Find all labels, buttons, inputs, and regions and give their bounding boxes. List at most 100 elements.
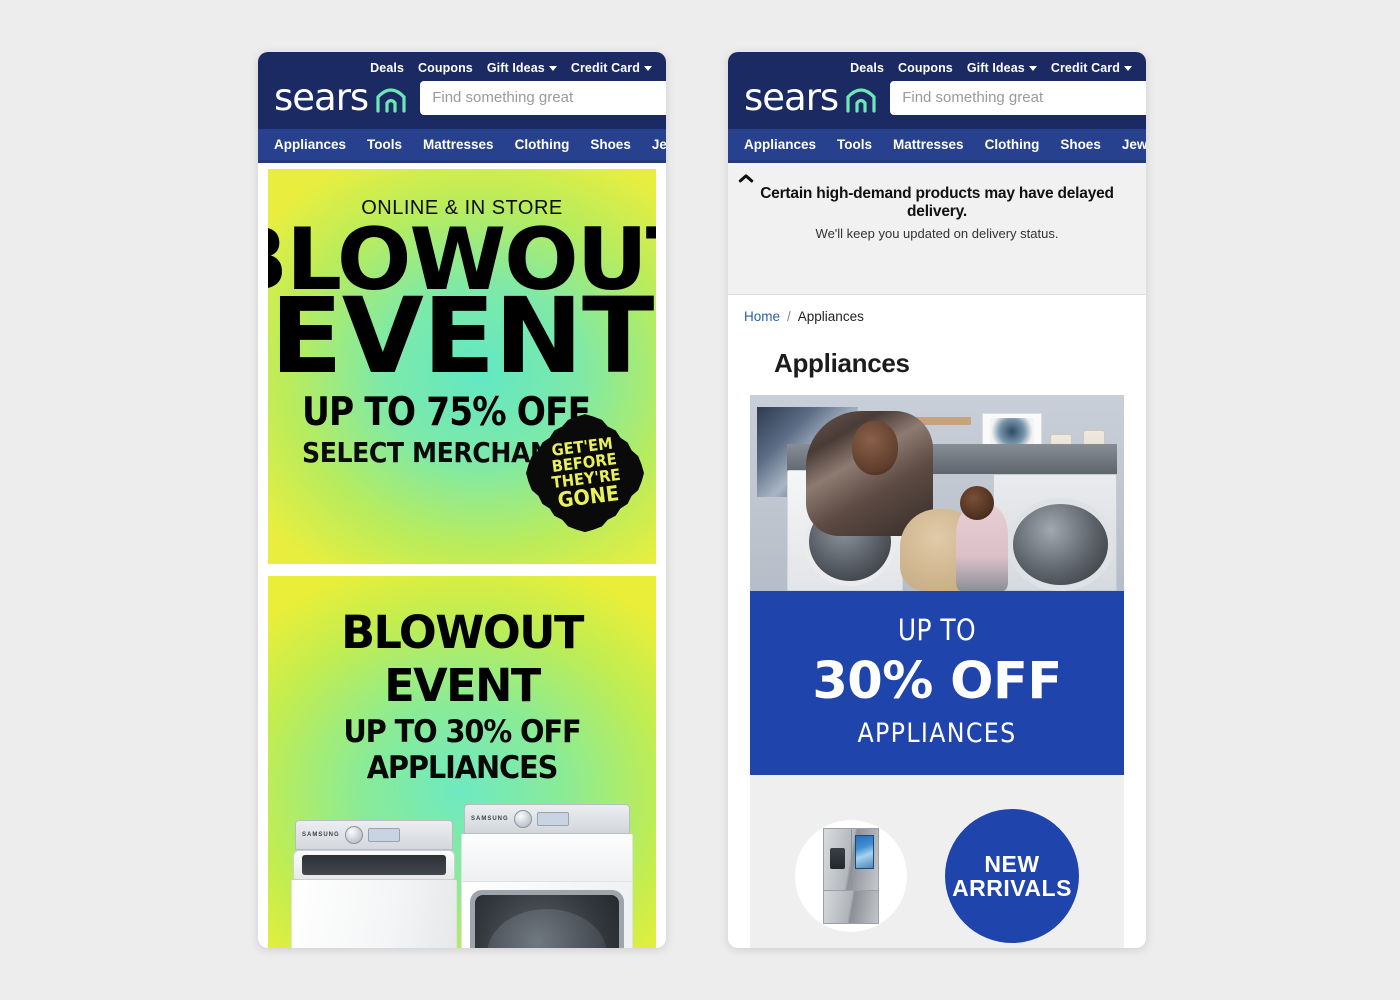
category-tiles: NEW ARRIVALS	[750, 775, 1124, 948]
smart-screen-icon	[855, 835, 875, 869]
nav-divider	[258, 160, 666, 164]
util-link-credit-card[interactable]: Credit Card	[1051, 61, 1132, 75]
nav-item-tools[interactable]: Tools	[837, 137, 872, 152]
util-label: Deals	[850, 60, 884, 75]
promo-headline-line2: EVENT	[270, 275, 654, 398]
dial-icon	[344, 826, 363, 845]
nav-item-tools[interactable]: Tools	[367, 137, 402, 152]
appliances-hero[interactable]: UP TO 30% OFF APPLIANCES	[750, 395, 1124, 776]
child-figure	[955, 485, 1009, 592]
delivery-notice-banner: Certain high-demand products may have de…	[728, 163, 1146, 296]
display-panel	[536, 812, 569, 827]
new-arrivals-line-2: ARRIVALS	[952, 875, 1072, 902]
washer-lid-glass	[302, 855, 446, 876]
refrigerator-icon	[823, 828, 879, 925]
sears-wordmark: sears	[744, 76, 839, 119]
dryer-door	[470, 890, 624, 948]
appliances-blowout-banner[interactable]: BLOWOUT EVENT UP TO 30% OFF APPLIANCES S…	[268, 576, 656, 948]
page-title: Appliances	[774, 348, 910, 379]
left-phone-panel: Deals Coupons Gift Ideas Credit Card sea…	[258, 52, 666, 948]
dryer-image: SAMSUNG	[461, 804, 633, 948]
nav-item-appliances[interactable]: Appliances	[274, 137, 346, 152]
nav-item-clothing[interactable]: Clothing	[985, 137, 1040, 152]
dryer-control-panel: SAMSUNG	[464, 804, 630, 835]
water-dispenser-icon	[829, 848, 845, 869]
dryer-body	[461, 882, 633, 948]
starburst-text: GET'EM BEFORE THEY'RE GONE	[547, 433, 624, 513]
search-input[interactable]: Find something great	[420, 80, 666, 115]
util-label: Credit Card	[570, 60, 640, 75]
sears-logo[interactable]: sears	[274, 79, 408, 116]
nav-item-mattresses[interactable]: Mattresses	[893, 137, 964, 152]
utility-nav-left: Deals Coupons Gift Ideas Credit Card	[258, 52, 666, 78]
utility-nav-right: Deals Coupons Gift Ideas Credit Card	[728, 52, 1146, 78]
util-link-credit-card[interactable]: Credit Card	[571, 61, 652, 75]
nav-item-shoes[interactable]: Shoes	[590, 137, 631, 152]
util-link-coupons[interactable]: Coupons	[898, 61, 953, 75]
util-link-gift-ideas[interactable]: Gift Ideas	[487, 61, 557, 75]
search-placeholder: Find something great	[432, 89, 574, 107]
promo-b-title: BLOWOUT EVENT	[341, 606, 584, 713]
nav-item-appliances[interactable]: Appliances	[744, 137, 816, 152]
washer-control-panel: SAMSUNG	[295, 820, 453, 851]
util-label: Credit Card	[1050, 60, 1120, 75]
notice-subline: We'll keep you updated on delivery statu…	[815, 226, 1059, 242]
badge-line-4: GONE	[555, 480, 620, 513]
dryer-top	[461, 834, 633, 883]
util-label: Coupons	[418, 60, 473, 75]
breadcrumb-separator: /	[787, 309, 791, 325]
banner-line-3: APPLIANCES	[857, 718, 1017, 750]
washer-image: SAMSUNG	[291, 820, 457, 948]
nav-item-shoes[interactable]: Shoes	[1060, 137, 1101, 152]
search-placeholder: Find something great	[902, 89, 1044, 107]
new-arrivals-tile[interactable]: NEW ARRIVALS	[945, 809, 1079, 944]
screenshot-stage: Deals Coupons Gift Ideas Credit Card sea…	[0, 0, 1400, 1000]
util-link-coupons[interactable]: Coupons	[418, 61, 473, 75]
search-input[interactable]: Find something great	[890, 80, 1146, 115]
right-phone-panel: Deals Coupons Gift Ideas Credit Card sea…	[728, 52, 1146, 948]
home-arch-icon	[374, 83, 408, 113]
category-nav-left: Appliances Tools Mattresses Clothing Sho…	[258, 129, 666, 161]
chevron-down-icon	[1124, 65, 1132, 71]
display-panel	[367, 828, 400, 843]
banner-line-2: 30% OFF	[812, 652, 1062, 712]
head-icon	[851, 420, 898, 475]
washer-body	[291, 880, 457, 948]
chevron-down-icon	[548, 65, 557, 71]
chevron-down-icon	[1028, 65, 1037, 71]
promo-offer: UP TO 75% OFF	[302, 389, 591, 435]
dryer-door-glass	[475, 895, 619, 948]
sears-header-right: Deals Coupons Gift Ideas Credit Card sea…	[728, 52, 1146, 164]
category-nav-right: Appliances Tools Mattresses Clothing Sho…	[728, 129, 1146, 161]
util-link-deals[interactable]: Deals	[370, 61, 404, 75]
util-label: Gift Ideas	[966, 60, 1025, 75]
util-link-gift-ideas[interactable]: Gift Ideas	[967, 61, 1037, 75]
laundry-room-photo	[750, 395, 1124, 592]
nav-item-mattresses[interactable]: Mattresses	[423, 137, 494, 152]
washer-lid	[293, 850, 455, 881]
promo-b-subtitle: UP TO 30% OFF APPLIANCES	[343, 714, 581, 787]
brand-row-left: sears Find something great	[258, 78, 666, 129]
fridge-lower-drawers	[823, 889, 879, 925]
util-label: Coupons	[898, 60, 953, 75]
fridge-left-door	[824, 829, 852, 890]
nav-item-clothing[interactable]: Clothing	[515, 137, 570, 152]
breadcrumb-current: Appliances	[797, 309, 864, 325]
nav-item-jewelry[interactable]: Jewelry	[1122, 137, 1146, 152]
home-arch-icon	[844, 83, 878, 113]
discount-banner[interactable]: UP TO 30% OFF APPLIANCES	[750, 591, 1124, 776]
dryer-photo	[993, 473, 1117, 592]
product-brand-label: SAMSUNG	[302, 832, 340, 839]
refrigerator-tile[interactable]	[795, 820, 907, 933]
breadcrumb-home[interactable]: Home	[744, 309, 780, 324]
product-brand-label: SAMSUNG	[471, 816, 509, 823]
brand-row-right: sears Find something great	[728, 78, 1146, 129]
sears-wordmark: sears	[274, 76, 369, 119]
sears-logo[interactable]: sears	[744, 79, 878, 116]
util-link-deals[interactable]: Deals	[850, 61, 884, 75]
chevron-up-icon[interactable]	[738, 171, 752, 185]
blowout-event-hero-banner[interactable]: ONLINE & IN STORE BLOWOUT EVENT UP TO 75…	[268, 169, 656, 565]
util-label: Gift Ideas	[486, 60, 545, 75]
nav-item-jewelry[interactable]: Jewelry	[652, 137, 666, 152]
dial-icon	[513, 810, 532, 829]
